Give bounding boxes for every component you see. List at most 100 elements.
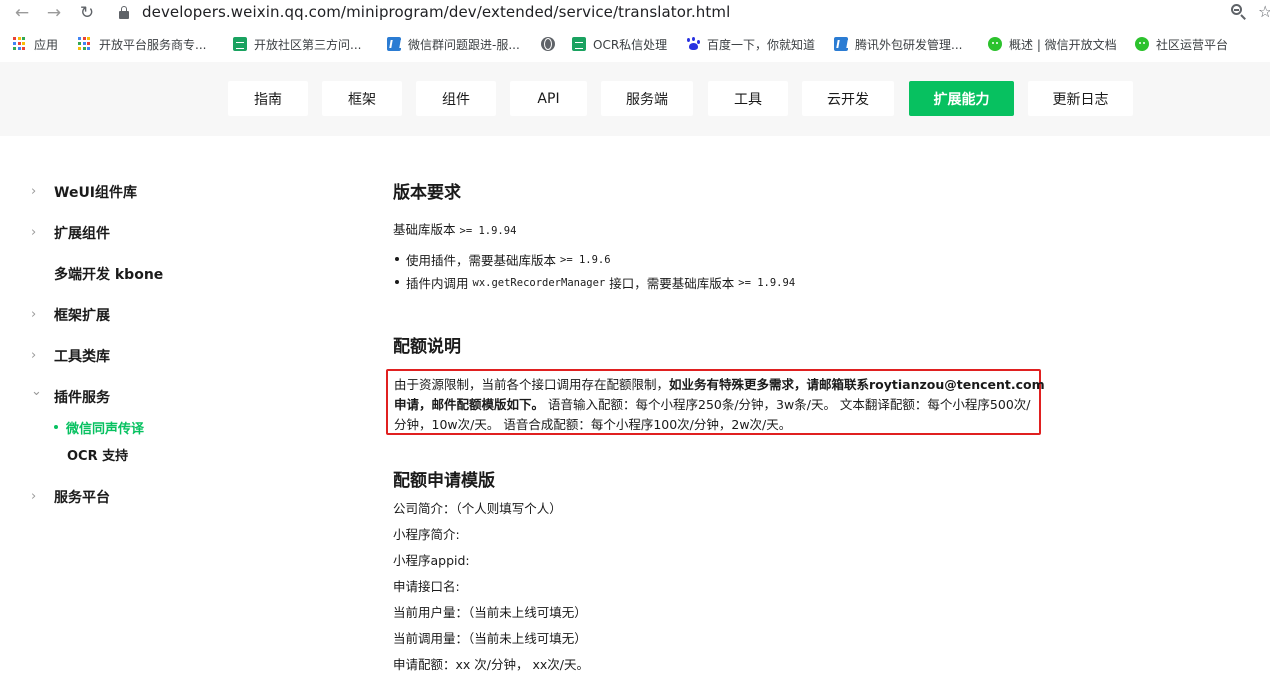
- quota-notice-box: 由于资源限制，当前各个接口调用存在配额限制，如业务有特殊更多需求，请邮箱联系ro…: [386, 369, 1045, 435]
- template-line: 申请接口名:: [393, 579, 460, 594]
- bookmark-item[interactable]: 开放平台服务商专...: [78, 35, 206, 53]
- sheet-icon: [233, 37, 247, 51]
- chevron-right-icon: ›: [31, 184, 37, 199]
- bookmark-apps[interactable]: 应用: [13, 35, 58, 53]
- bookmark-item[interactable]: 开放社区第三方问...: [233, 35, 361, 53]
- bullet-icon: [395, 280, 399, 284]
- sidebar-item-label: 扩展组件: [54, 226, 110, 242]
- list-item-text: 接口，需要基础库版本: [609, 276, 735, 291]
- address-bar-url[interactable]: developers.weixin.qq.com/miniprogram/dev…: [142, 3, 730, 21]
- chevron-right-icon: ›: [31, 225, 37, 240]
- sidebar-item-label: 服务平台: [54, 490, 110, 506]
- bookmark-star-icon[interactable]: ☆: [1258, 2, 1270, 21]
- bookmarks-bar: 应用 开放平台服务商专... 开放社区第三方问... 微信群问题跟进-服... …: [0, 29, 1270, 59]
- notice-text: 语音输入配额：每个小程序250条/分钟，3w条/天。 文本翻译配额：每个小程序5…: [544, 397, 1031, 412]
- bookmark-item[interactable]: 百度一下，你就知道: [686, 35, 815, 53]
- tab-label: 服务端: [626, 91, 668, 108]
- tab-api[interactable]: API: [510, 81, 587, 116]
- template-line: 小程序简介:: [393, 527, 460, 542]
- bullet-icon: [395, 257, 399, 261]
- tab-tools[interactable]: 工具: [708, 81, 788, 116]
- top-navigation: 指南 框架 组件 API 服务端 工具 云开发 扩展能力 更新日志: [0, 62, 1270, 136]
- list-item-text: 使用插件，需要基础库版本: [406, 253, 557, 268]
- back-arrow-icon[interactable]: ←: [12, 3, 32, 23]
- chevron-right-icon: ›: [31, 348, 37, 363]
- sidebar: › WeUI组件库 › 扩展组件 多端开发 kbone › 框架扩展 › 工具类…: [0, 136, 306, 681]
- notice-text: 分钟，10w次/天。 语音合成配额：每个小程序100次/分钟，2w次/天。: [394, 417, 792, 432]
- tab-server[interactable]: 服务端: [601, 81, 693, 116]
- list-item-code: >= 1.9.94: [738, 276, 796, 289]
- sidebar-item-label: 工具类库: [54, 349, 110, 365]
- chevron-down-icon: ⌄: [31, 384, 42, 399]
- word-icon: [387, 37, 401, 51]
- reload-icon[interactable]: ↻: [77, 3, 97, 23]
- bookmark-label: 腾讯外包研发管理...: [855, 37, 963, 52]
- main-content: 版本要求 基础库版本 >= 1.9.94 使用插件，需要基础库版本 >= 1.9…: [306, 136, 1270, 681]
- forward-arrow-icon[interactable]: →: [44, 3, 64, 23]
- list-item: 插件内调用 wx.getRecorderManager 接口，需要基础库版本 >…: [395, 273, 796, 292]
- template-line: 小程序appid:: [393, 553, 470, 568]
- chevron-right-icon: ›: [31, 489, 37, 504]
- sheet-icon: [572, 37, 586, 51]
- bookmark-item[interactable]: 社区运营平台: [1135, 35, 1228, 53]
- tab-label: 工具: [734, 91, 762, 108]
- tab-guide[interactable]: 指南: [228, 81, 308, 116]
- base-lib-requirement: 基础库版本 >= 1.9.94: [393, 219, 516, 238]
- bookmark-item[interactable]: 腾讯外包研发管理...: [834, 35, 962, 53]
- template-line: 当前用户量：（当前未上线可填无）: [393, 605, 587, 620]
- bookmark-label: 概述 | 微信开放文档: [1009, 37, 1117, 52]
- tab-cloud[interactable]: 云开发: [802, 81, 894, 116]
- template-line: 申请配额：xx 次/分钟， xx次/天。: [393, 657, 589, 672]
- base-lib-version: >= 1.9.94: [459, 225, 517, 237]
- active-dot-icon: [54, 425, 58, 429]
- notice-line: 分钟，10w次/天。 语音合成配额：每个小程序100次/分钟，2w次/天。: [394, 414, 791, 433]
- sidebar-subitem-label: OCR 支持: [67, 448, 129, 464]
- tab-framework[interactable]: 框架: [322, 81, 402, 116]
- list-item: 使用插件，需要基础库版本 >= 1.9.6: [395, 250, 611, 269]
- base-lib-text: 基础库版本: [393, 222, 456, 237]
- bookmark-item[interactable]: 微信群问题跟进-服...: [387, 35, 520, 53]
- chevron-right-icon: ›: [31, 307, 37, 322]
- bookmark-globe[interactable]: [541, 35, 562, 53]
- sidebar-subitem-label: 微信同声传译: [66, 421, 145, 437]
- notice-text: 由于资源限制，当前各个接口调用存在配额限制，: [394, 377, 670, 392]
- bookmark-label: 百度一下，你就知道: [707, 37, 816, 52]
- tab-label: API: [537, 90, 560, 107]
- tab-label: 框架: [348, 91, 376, 108]
- browser-toolbar: ← → ↻ developers.weixin.qq.com/miniprogr…: [0, 0, 1270, 26]
- list-item-text: 插件内调用: [406, 276, 469, 291]
- wechat-icon: [988, 37, 1002, 51]
- template-line: 公司简介：（个人则填写个人）: [393, 501, 562, 516]
- list-item-code: >= 1.9.6: [560, 253, 611, 266]
- notice-bold-text: 如业务有特殊更多需求，请邮箱联系roytianzou@tencent.com: [669, 377, 1045, 392]
- bookmark-item[interactable]: 概述 | 微信开放文档: [988, 35, 1117, 53]
- globe-icon: [541, 37, 555, 51]
- notice-bold-text: 申请，邮件配额模版如下。: [394, 397, 545, 412]
- sidebar-item-label: WeUI组件库: [54, 185, 138, 201]
- version-heading: 版本要求: [393, 183, 461, 203]
- lock-icon[interactable]: [119, 6, 129, 19]
- list-item-code: wx.getRecorderManager: [472, 276, 606, 289]
- notice-line: 申请，邮件配额模版如下。 语音输入配额：每个小程序250条/分钟，3w条/天。 …: [394, 394, 1031, 413]
- tab-components[interactable]: 组件: [416, 81, 496, 116]
- sidebar-subitem-translator[interactable]: 微信同声传译: [54, 417, 144, 437]
- bookmark-label: 开放社区第三方问...: [254, 37, 362, 52]
- bookmark-item[interactable]: OCR私信处理: [572, 35, 667, 53]
- tab-changelog[interactable]: 更新日志: [1028, 81, 1133, 116]
- baidu-icon: [686, 37, 700, 51]
- template-heading: 配额申请模版: [393, 471, 495, 491]
- tab-extended[interactable]: 扩展能力: [909, 81, 1014, 116]
- bookmark-label: 开放平台服务商专...: [99, 37, 207, 52]
- tab-label: 组件: [442, 91, 470, 108]
- template-line: 当前调用量：（当前未上线可填无）: [393, 631, 587, 646]
- sidebar-subitem-ocr[interactable]: OCR 支持: [67, 444, 128, 464]
- notice-line: 由于资源限制，当前各个接口调用存在配额限制，如业务有特殊更多需求，请邮箱联系ro…: [394, 374, 1045, 393]
- sidebar-item-label: 插件服务: [54, 390, 110, 406]
- word-icon: [834, 37, 848, 51]
- zoom-icon[interactable]: [1230, 3, 1248, 21]
- bookmark-label: OCR私信处理: [593, 37, 668, 52]
- bookmark-label: 微信群问题跟进-服...: [408, 37, 520, 52]
- wechat-icon: [1135, 37, 1149, 51]
- quota-heading: 配额说明: [393, 337, 461, 357]
- sidebar-item-label: 多端开发 kbone: [54, 267, 164, 283]
